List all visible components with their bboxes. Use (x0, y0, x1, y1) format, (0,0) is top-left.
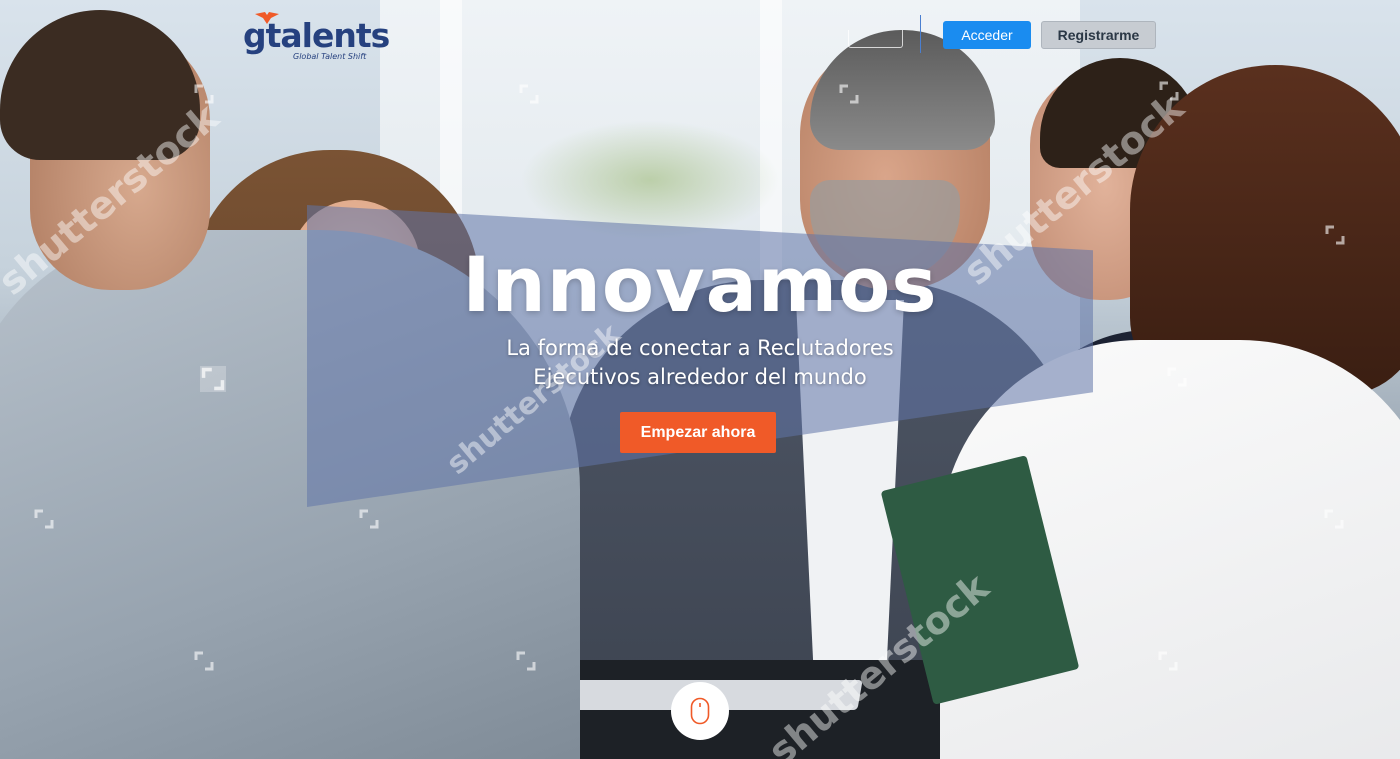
mouse-icon (690, 697, 710, 725)
scroll-down-button[interactable] (671, 682, 729, 740)
hero-title: Innovamos (462, 240, 938, 329)
brand-logo[interactable]: gtalents Global Talent Shift (243, 12, 390, 64)
brand-name: gtalents (243, 16, 390, 55)
shutterstock-icon (839, 84, 859, 104)
shutterstock-icon (1158, 651, 1178, 671)
header-divider (920, 15, 921, 53)
register-button[interactable]: Registrarme (1041, 21, 1156, 49)
language-selector[interactable] (848, 30, 903, 48)
shutterstock-icon (359, 509, 379, 529)
hero-section: shutterstock shutterstock shutterstock s… (0, 0, 1400, 759)
shutterstock-icon (1324, 509, 1344, 529)
site-header: gtalents Global Talent Shift Acceder Reg… (0, 0, 1400, 70)
hero-subtitle-line1: La forma de conectar a Reclutadores (506, 336, 894, 360)
shutterstock-icon (194, 651, 214, 671)
start-now-button[interactable]: Empezar ahora (620, 412, 776, 453)
brand-tagline: Global Talent Shift (293, 52, 367, 61)
shutterstock-icon (34, 509, 54, 529)
shutterstock-icon (516, 651, 536, 671)
shutterstock-icon (1159, 81, 1179, 101)
shutterstock-icon (194, 84, 214, 104)
shutterstock-icon (519, 84, 539, 104)
hero-subtitle-line2: Ejecutivos alrededor del mundo (533, 365, 867, 389)
login-button[interactable]: Acceder (943, 21, 1031, 49)
